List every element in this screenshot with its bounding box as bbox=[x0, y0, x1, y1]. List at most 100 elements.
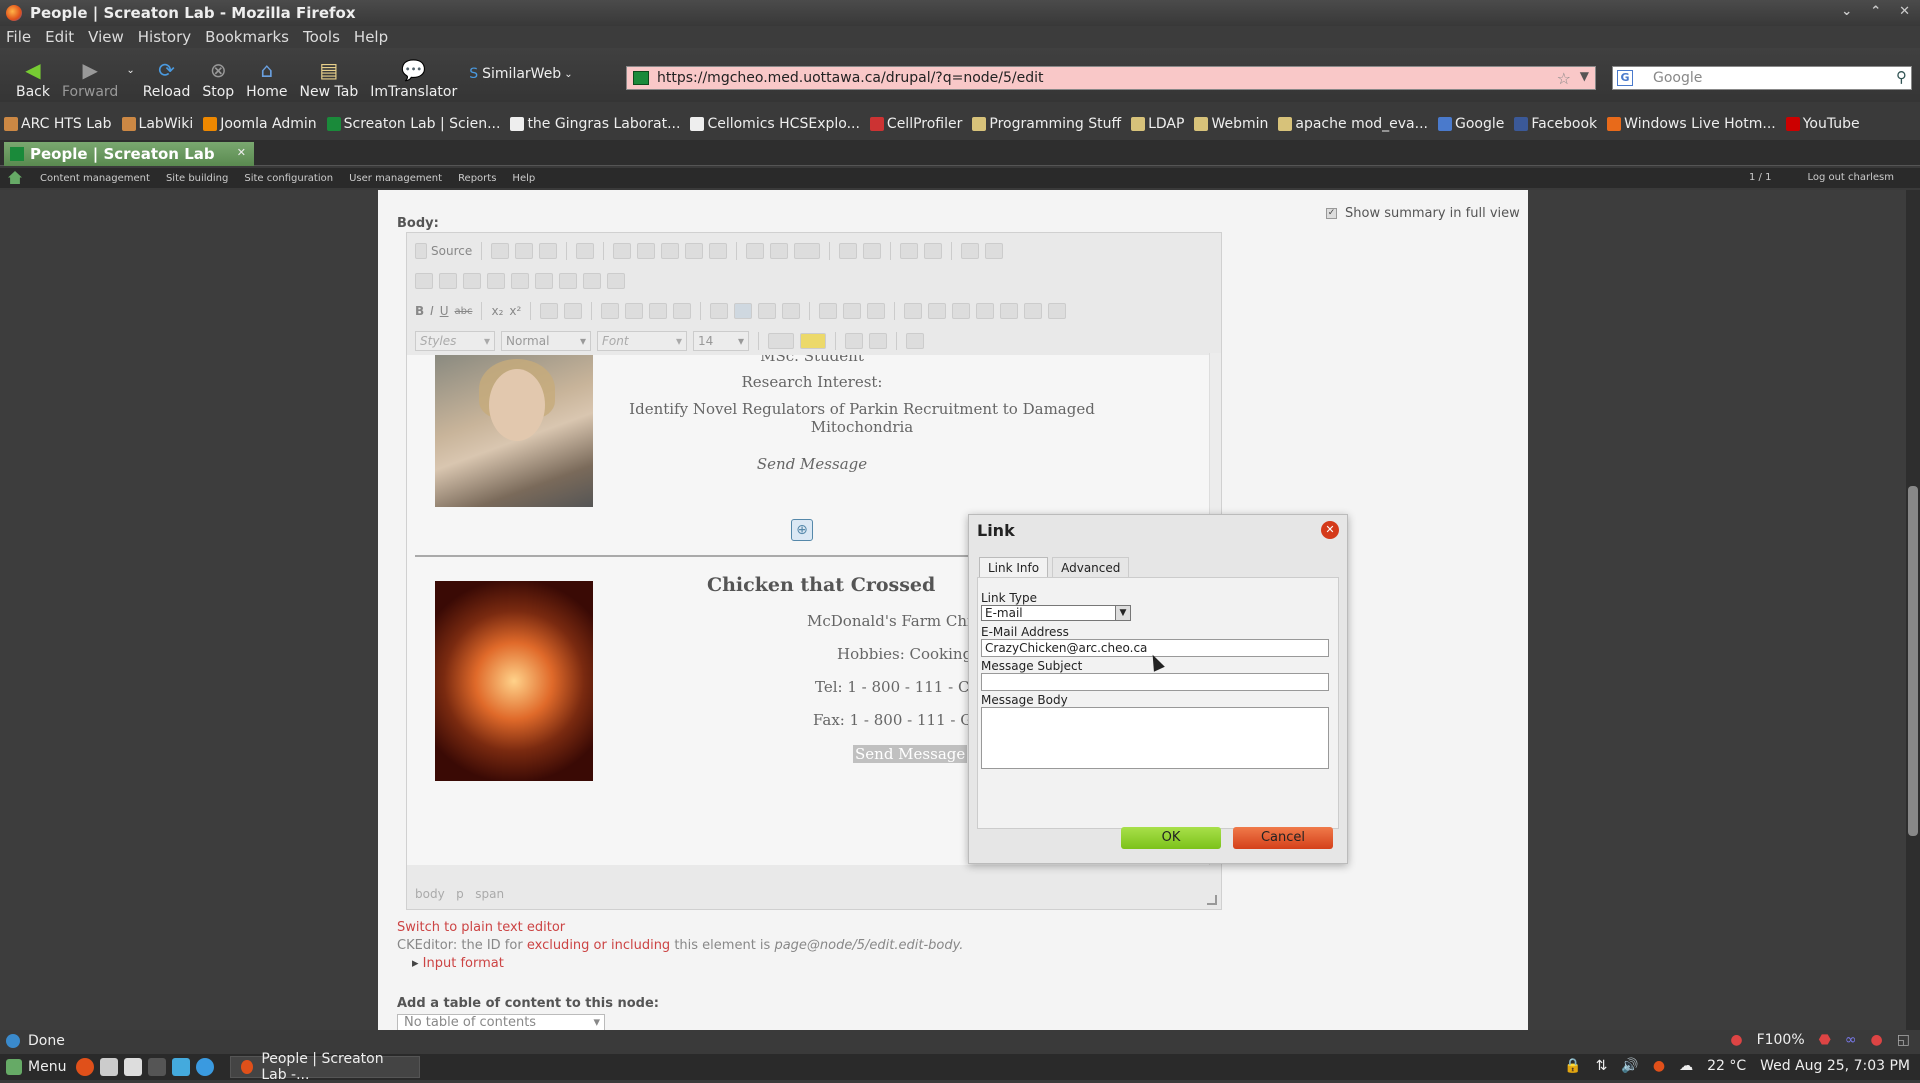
new-tab-button[interactable]: ▤ New Tab bbox=[294, 48, 365, 100]
bookmark-item[interactable]: the Gingras Laborat... bbox=[510, 116, 680, 132]
search-input[interactable]: G Google ⚲ bbox=[1612, 66, 1912, 90]
resize-icon[interactable]: ◱ bbox=[1897, 1032, 1910, 1048]
url-dropdown-icon[interactable]: ▼ bbox=[1580, 69, 1589, 83]
menu-edit[interactable]: Edit bbox=[45, 28, 74, 46]
admin-user-management[interactable]: User management bbox=[349, 173, 442, 184]
select-field-icon[interactable] bbox=[535, 273, 553, 289]
show-summary-checkbox[interactable]: ✓ Show summary in full view bbox=[1326, 206, 1520, 221]
align-center-icon[interactable] bbox=[734, 303, 753, 319]
path-p[interactable]: p bbox=[456, 887, 464, 901]
maximize-icon[interactable] bbox=[845, 333, 863, 349]
site-identity-icon[interactable] bbox=[633, 71, 649, 85]
url-bar[interactable]: https://mgcheo.med.uottawa.ca/drupal/?q=… bbox=[626, 66, 1596, 90]
document-launcher-icon[interactable] bbox=[124, 1058, 143, 1076]
about-icon[interactable] bbox=[906, 333, 924, 349]
send-message-selected-text[interactable]: Send Message bbox=[853, 745, 968, 763]
ok-button[interactable]: OK bbox=[1121, 827, 1221, 849]
lightning-launcher-icon[interactable] bbox=[172, 1058, 191, 1076]
bookmark-item[interactable]: Cellomics HCSExplo... bbox=[690, 116, 860, 132]
network-icon[interactable]: ⇅ bbox=[1596, 1058, 1608, 1074]
input-format-toggle[interactable]: ▸ Input format bbox=[412, 956, 504, 971]
flash-icon[interactable] bbox=[928, 303, 947, 319]
styles-combo[interactable]: Styles ▾ bbox=[415, 331, 495, 351]
link-type-select[interactable]: E-mail ▼ bbox=[981, 605, 1131, 621]
unlink-icon[interactable] bbox=[843, 303, 862, 319]
form-icon[interactable] bbox=[415, 273, 433, 289]
back-button[interactable]: ◀ Back bbox=[10, 48, 56, 100]
close-tab-icon[interactable]: ✕ bbox=[237, 146, 246, 159]
firefox-launcher-icon[interactable] bbox=[76, 1058, 95, 1076]
smiley-icon[interactable] bbox=[1000, 303, 1019, 319]
copy-icon[interactable] bbox=[637, 243, 656, 259]
image-icon[interactable] bbox=[904, 303, 923, 319]
scrollbar-thumb[interactable] bbox=[1908, 486, 1918, 836]
history-dropdown[interactable]: ⌄ bbox=[124, 48, 136, 100]
admin-site-configuration[interactable]: Site configuration bbox=[244, 173, 333, 184]
weather-text[interactable]: 22 °C bbox=[1707, 1058, 1746, 1074]
indent-icon[interactable] bbox=[625, 303, 644, 319]
save-icon[interactable] bbox=[491, 243, 510, 259]
media-launcher-icon[interactable] bbox=[196, 1058, 215, 1076]
close-icon[interactable]: ✕ bbox=[1321, 521, 1339, 539]
link-icon[interactable] bbox=[819, 303, 838, 319]
div-container-icon[interactable] bbox=[673, 303, 692, 319]
ck-exclude-link[interactable]: excluding or including bbox=[527, 938, 670, 953]
bookmark-item[interactable]: Joomla Admin bbox=[203, 116, 317, 132]
terminal-launcher-icon[interactable] bbox=[148, 1058, 167, 1076]
bg-color-icon[interactable] bbox=[800, 333, 826, 349]
message-body-input[interactable] bbox=[981, 707, 1329, 769]
paste-word-icon[interactable] bbox=[709, 243, 728, 259]
show-blocks-icon[interactable] bbox=[869, 333, 887, 349]
logout-link[interactable]: Log out charlesm bbox=[1807, 172, 1894, 183]
bookmark-item[interactable]: LabWiki bbox=[121, 116, 193, 132]
button-icon[interactable] bbox=[559, 273, 577, 289]
admin-home-icon[interactable] bbox=[8, 171, 22, 184]
switch-plain-text-link[interactable]: Switch to plain text editor bbox=[397, 920, 565, 935]
preview-icon[interactable] bbox=[539, 243, 558, 259]
table-icon[interactable] bbox=[952, 303, 971, 319]
strikethrough-icon[interactable]: abc bbox=[455, 306, 473, 317]
paste-text-icon[interactable] bbox=[685, 243, 704, 259]
close-window-icon[interactable]: ✕ bbox=[1899, 4, 1910, 19]
page-break-icon[interactable] bbox=[1048, 303, 1067, 319]
justify-icon[interactable] bbox=[782, 303, 801, 319]
resize-grip-icon[interactable] bbox=[1207, 895, 1217, 905]
admin-reports[interactable]: Reports bbox=[458, 173, 496, 184]
admin-content-management[interactable]: Content management bbox=[40, 173, 150, 184]
taskbar-window-firefox[interactable]: People | Screaton Lab -... bbox=[230, 1051, 421, 1083]
forward-button[interactable]: ▶ Forward bbox=[56, 48, 124, 100]
tab-advanced[interactable]: Advanced bbox=[1052, 557, 1130, 578]
font-combo[interactable]: Font ▾ bbox=[597, 331, 687, 351]
page-scrollbar[interactable] bbox=[1906, 190, 1920, 1030]
message-subject-input[interactable] bbox=[981, 673, 1329, 691]
menu-view[interactable]: View bbox=[88, 28, 124, 46]
lock-icon[interactable]: 🔒 bbox=[1564, 1058, 1581, 1074]
bookmark-item[interactable]: YouTube bbox=[1785, 116, 1860, 132]
stop-button[interactable]: ⊗ Stop bbox=[196, 48, 240, 100]
radio-icon[interactable] bbox=[463, 273, 481, 289]
lastpass-icon[interactable]: ● bbox=[1871, 1032, 1883, 1048]
path-body[interactable]: body bbox=[415, 887, 445, 901]
blockquote-icon[interactable] bbox=[649, 303, 668, 319]
horizontal-rule-icon[interactable] bbox=[976, 303, 995, 319]
menu-help[interactable]: Help bbox=[354, 28, 388, 46]
volume-icon[interactable]: 🔊 bbox=[1621, 1058, 1638, 1074]
similarweb-button[interactable]: S SimilarWeb ⌄ bbox=[463, 48, 578, 100]
bookmark-folder[interactable]: LDAP bbox=[1131, 116, 1184, 132]
spellcheck-icon[interactable] bbox=[770, 243, 789, 259]
textfield-icon[interactable] bbox=[487, 273, 505, 289]
home-button[interactable]: ⌂ Home bbox=[240, 48, 293, 100]
cancel-button[interactable]: Cancel bbox=[1233, 827, 1333, 849]
menu-bookmarks[interactable]: Bookmarks bbox=[205, 28, 289, 46]
minimize-icon[interactable]: ⌄ bbox=[1841, 4, 1852, 19]
tab-people-screaton[interactable]: People | Screaton Lab ✕ bbox=[4, 142, 254, 166]
bookmark-item[interactable]: Google bbox=[1438, 116, 1504, 132]
hidden-field-icon[interactable] bbox=[607, 273, 625, 289]
image-button-icon[interactable] bbox=[583, 273, 601, 289]
bookmark-folder[interactable]: Programming Stuff bbox=[972, 116, 1121, 132]
superscript-icon[interactable]: x² bbox=[509, 304, 521, 318]
bookmark-item[interactable]: Screaton Lab | Scien... bbox=[326, 116, 500, 132]
paste-icon[interactable] bbox=[661, 243, 680, 259]
replace-icon[interactable] bbox=[924, 243, 943, 259]
cut-icon[interactable] bbox=[613, 243, 632, 259]
